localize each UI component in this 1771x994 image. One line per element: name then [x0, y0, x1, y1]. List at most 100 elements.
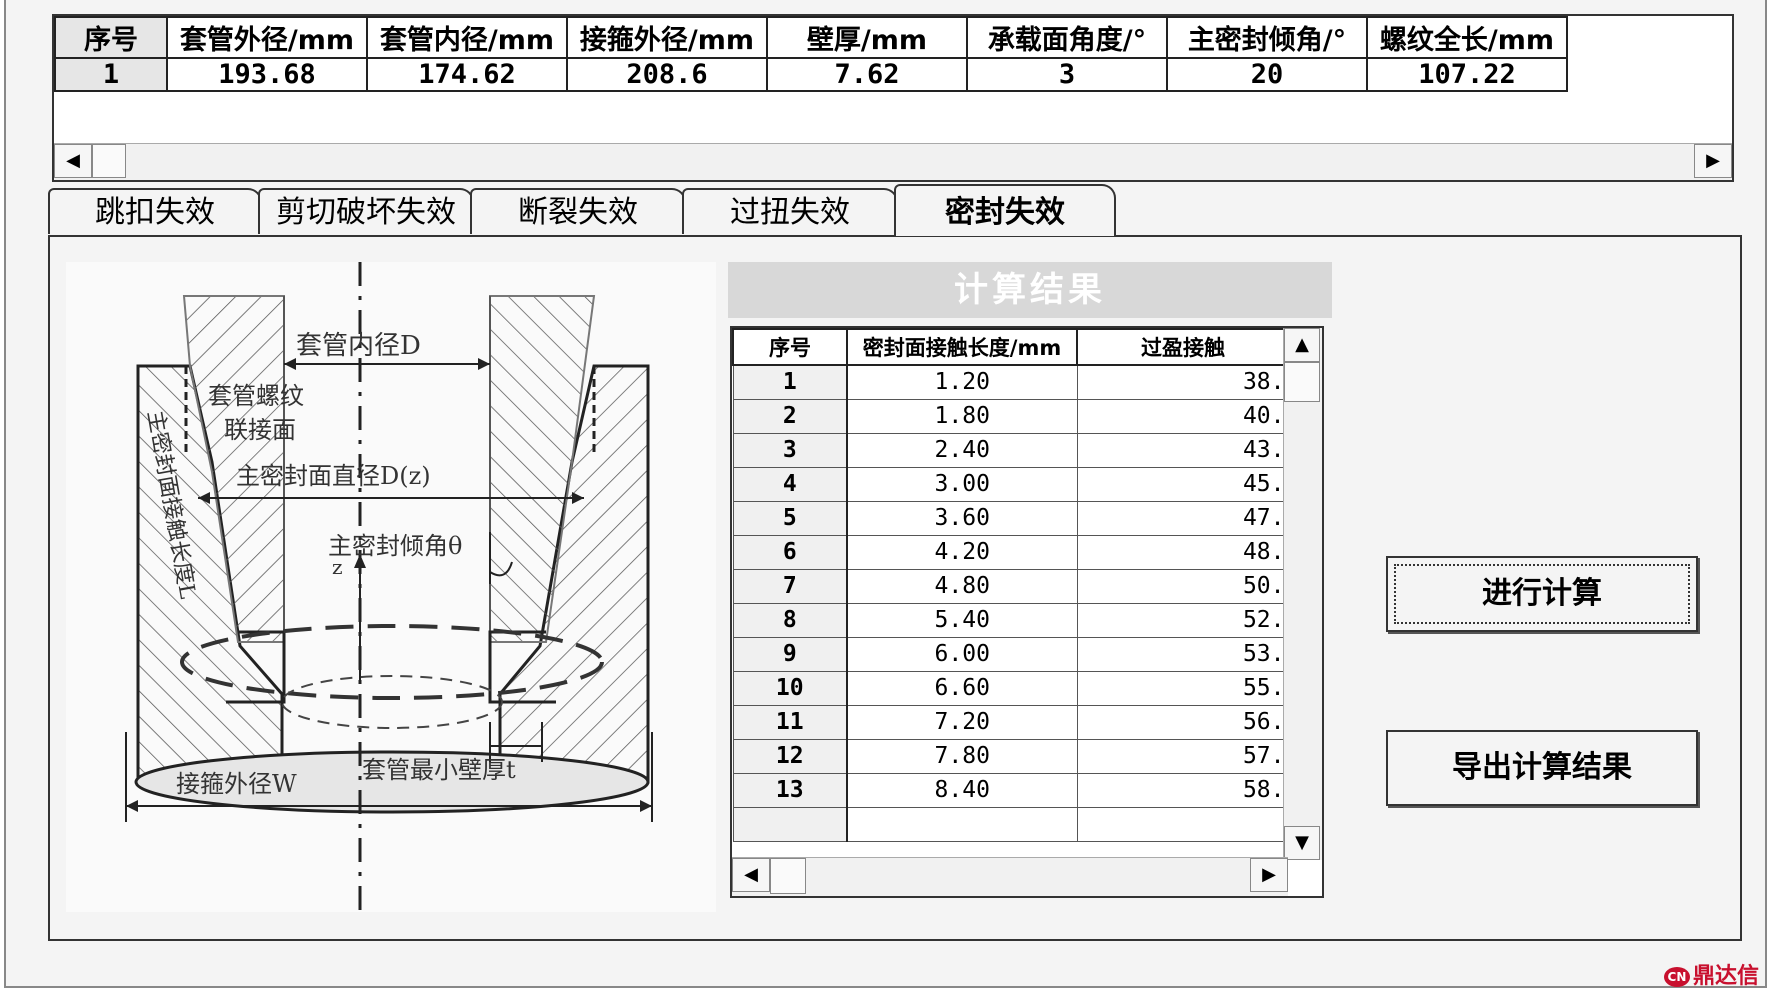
scroll-thumb[interactable]: [770, 858, 806, 894]
tab-over-torque-failure[interactable]: 过扭失效: [682, 188, 898, 234]
param-cell[interactable]: 107.22: [1366, 57, 1568, 92]
empty-cell[interactable]: [846, 806, 1078, 842]
results-row[interactable]: 9 6.00 53.: [732, 636, 1290, 672]
interference-contact-cell[interactable]: 48.: [1076, 534, 1290, 570]
row-index-cell[interactable]: 11: [732, 704, 848, 740]
seal-diagram-drawing: 套管内径D 套管螺纹 联接面 主密封面直径D(z) 主密封倾角θ z 主密封面接…: [125, 262, 653, 912]
arrow-right-icon: ▶: [1262, 864, 1276, 885]
row-index-cell[interactable]: 13: [732, 772, 848, 808]
param-header: 套管内径/mm: [366, 16, 568, 59]
row-index-cell[interactable]: 7: [732, 568, 848, 604]
results-row[interactable]: 10 6.60 55.: [732, 670, 1290, 706]
row-index-cell[interactable]: 12: [732, 738, 848, 774]
arrow-left-icon: ◀: [744, 864, 758, 885]
results-header-row: 序号 密封面接触长度/mm 过盈接触: [732, 328, 1290, 366]
arrow-down-icon: ▼: [1295, 832, 1309, 853]
params-horizontal-scrollbar[interactable]: ◀ ▶: [54, 143, 1732, 180]
contact-length-cell[interactable]: 3.60: [846, 500, 1078, 536]
param-cell[interactable]: 7.62: [766, 57, 968, 92]
empty-cell[interactable]: [732, 806, 848, 842]
results-header: 序号: [732, 328, 848, 366]
results-row[interactable]: 11 7.20 56.: [732, 704, 1290, 740]
results-row[interactable]: 4 3.00 45.: [732, 466, 1290, 502]
row-index-cell[interactable]: 5: [732, 500, 848, 536]
scroll-up-button[interactable]: ▲: [1284, 328, 1320, 362]
interference-contact-cell[interactable]: 43.: [1076, 432, 1290, 468]
param-cell[interactable]: 193.68: [166, 57, 368, 92]
results-row[interactable]: 6 4.20 48.: [732, 534, 1290, 570]
interference-contact-cell[interactable]: 50.: [1076, 568, 1290, 604]
results-vertical-scrollbar[interactable]: ▲ ▼: [1283, 328, 1322, 860]
contact-length-cell[interactable]: 3.00: [846, 466, 1078, 502]
results-row[interactable]: 3 2.40 43.: [732, 432, 1290, 468]
arrow-right-icon: ▶: [1706, 150, 1720, 171]
contact-length-cell[interactable]: 7.20: [846, 704, 1078, 740]
results-row[interactable]: 12 7.80 57.: [732, 738, 1290, 774]
row-index-cell[interactable]: 9: [732, 636, 848, 672]
results-grid[interactable]: 序号 密封面接触长度/mm 过盈接触 1 1.20 38. 2 1.80 40. 3 2.40…: [730, 326, 1324, 898]
parameter-row[interactable]: 1 193.68 174.62 208.6 7.62 3 20 107.22: [54, 57, 1568, 92]
contact-length-cell[interactable]: 7.80: [846, 738, 1078, 774]
contact-length-cell[interactable]: 5.40: [846, 602, 1078, 638]
interference-contact-cell[interactable]: 55.: [1076, 670, 1290, 706]
results-row[interactable]: 8 5.40 52.: [732, 602, 1290, 638]
param-cell[interactable]: 1: [54, 57, 168, 92]
results-row[interactable]: 13 8.40 58.: [732, 772, 1290, 808]
tab-jump-out-failure[interactable]: 跳扣失效: [48, 188, 262, 234]
contact-length-cell[interactable]: 6.60: [846, 670, 1078, 706]
param-cell[interactable]: 20: [1166, 57, 1368, 92]
row-index-cell[interactable]: 8: [732, 602, 848, 638]
param-cell[interactable]: 174.62: [366, 57, 568, 92]
scroll-left-button[interactable]: ◀: [54, 144, 92, 178]
parameter-header-row: 序号 套管外径/mm 套管内径/mm 接箍外径/mm 壁厚/mm 承载面角度/°…: [54, 16, 1568, 59]
parameter-grid[interactable]: 序号 套管外径/mm 套管内径/mm 接箍外径/mm 壁厚/mm 承载面角度/°…: [52, 14, 1734, 182]
param-header: 螺纹全长/mm: [1366, 16, 1568, 59]
results-header: 过盈接触: [1076, 328, 1290, 366]
param-cell[interactable]: 208.6: [566, 57, 768, 92]
interference-contact-cell[interactable]: 56.: [1076, 704, 1290, 740]
contact-length-cell[interactable]: 4.80: [846, 568, 1078, 604]
results-row[interactable]: 7 4.80 50.: [732, 568, 1290, 604]
scroll-left-button[interactable]: ◀: [732, 858, 770, 892]
contact-length-cell[interactable]: 1.80: [846, 398, 1078, 434]
results-row[interactable]: 1 1.20 38.: [732, 364, 1290, 400]
results-horizontal-scrollbar[interactable]: ◀ ▶: [732, 857, 1288, 896]
contact-length-cell[interactable]: 2.40: [846, 432, 1078, 468]
row-index-cell[interactable]: 6: [732, 534, 848, 570]
param-header: 套管外径/mm: [166, 16, 368, 59]
scroll-right-button[interactable]: ▶: [1694, 144, 1732, 178]
empty-cell[interactable]: [1076, 806, 1290, 842]
seal-diagram: 套管内径D 套管螺纹 联接面 主密封面直径D(z) 主密封倾角θ z 主密封面接…: [66, 262, 716, 912]
row-index-cell[interactable]: 3: [732, 432, 848, 468]
tab-fracture-failure[interactable]: 断裂失效: [470, 188, 686, 234]
interference-contact-cell[interactable]: 40.: [1076, 398, 1290, 434]
contact-length-cell[interactable]: 6.00: [846, 636, 1078, 672]
interference-contact-cell[interactable]: 58.: [1076, 772, 1290, 808]
results-row[interactable]: 5 3.60 47.: [732, 500, 1290, 536]
scroll-thumb[interactable]: [1284, 362, 1320, 402]
row-index-cell[interactable]: 2: [732, 398, 848, 434]
row-index-cell[interactable]: 1: [732, 364, 848, 400]
interference-contact-cell[interactable]: 47.: [1076, 500, 1290, 536]
tab-shear-failure[interactable]: 剪切破坏失效: [258, 188, 474, 234]
row-index-cell[interactable]: 4: [732, 466, 848, 502]
param-cell[interactable]: 3: [966, 57, 1168, 92]
interference-contact-cell[interactable]: 45.: [1076, 466, 1290, 502]
tab-seal-failure[interactable]: 密封失效: [894, 184, 1116, 236]
param-header: 接箍外径/mm: [566, 16, 768, 59]
results-empty-row[interactable]: [732, 806, 1290, 842]
interference-contact-cell[interactable]: 57.: [1076, 738, 1290, 774]
scroll-right-button[interactable]: ▶: [1250, 858, 1288, 892]
results-row[interactable]: 2 1.80 40.: [732, 398, 1290, 434]
interference-contact-cell[interactable]: 38.: [1076, 364, 1290, 400]
interference-contact-cell[interactable]: 53.: [1076, 636, 1290, 672]
contact-length-cell[interactable]: 1.20: [846, 364, 1078, 400]
export-results-button[interactable]: 导出计算结果: [1386, 730, 1698, 806]
row-index-cell[interactable]: 10: [732, 670, 848, 706]
calculate-button[interactable]: 进行计算: [1386, 556, 1698, 632]
contact-length-cell[interactable]: 4.20: [846, 534, 1078, 570]
scroll-thumb[interactable]: [92, 144, 126, 178]
interference-contact-cell[interactable]: 52.: [1076, 602, 1290, 638]
scroll-down-button[interactable]: ▼: [1284, 826, 1320, 860]
contact-length-cell[interactable]: 8.40: [846, 772, 1078, 808]
